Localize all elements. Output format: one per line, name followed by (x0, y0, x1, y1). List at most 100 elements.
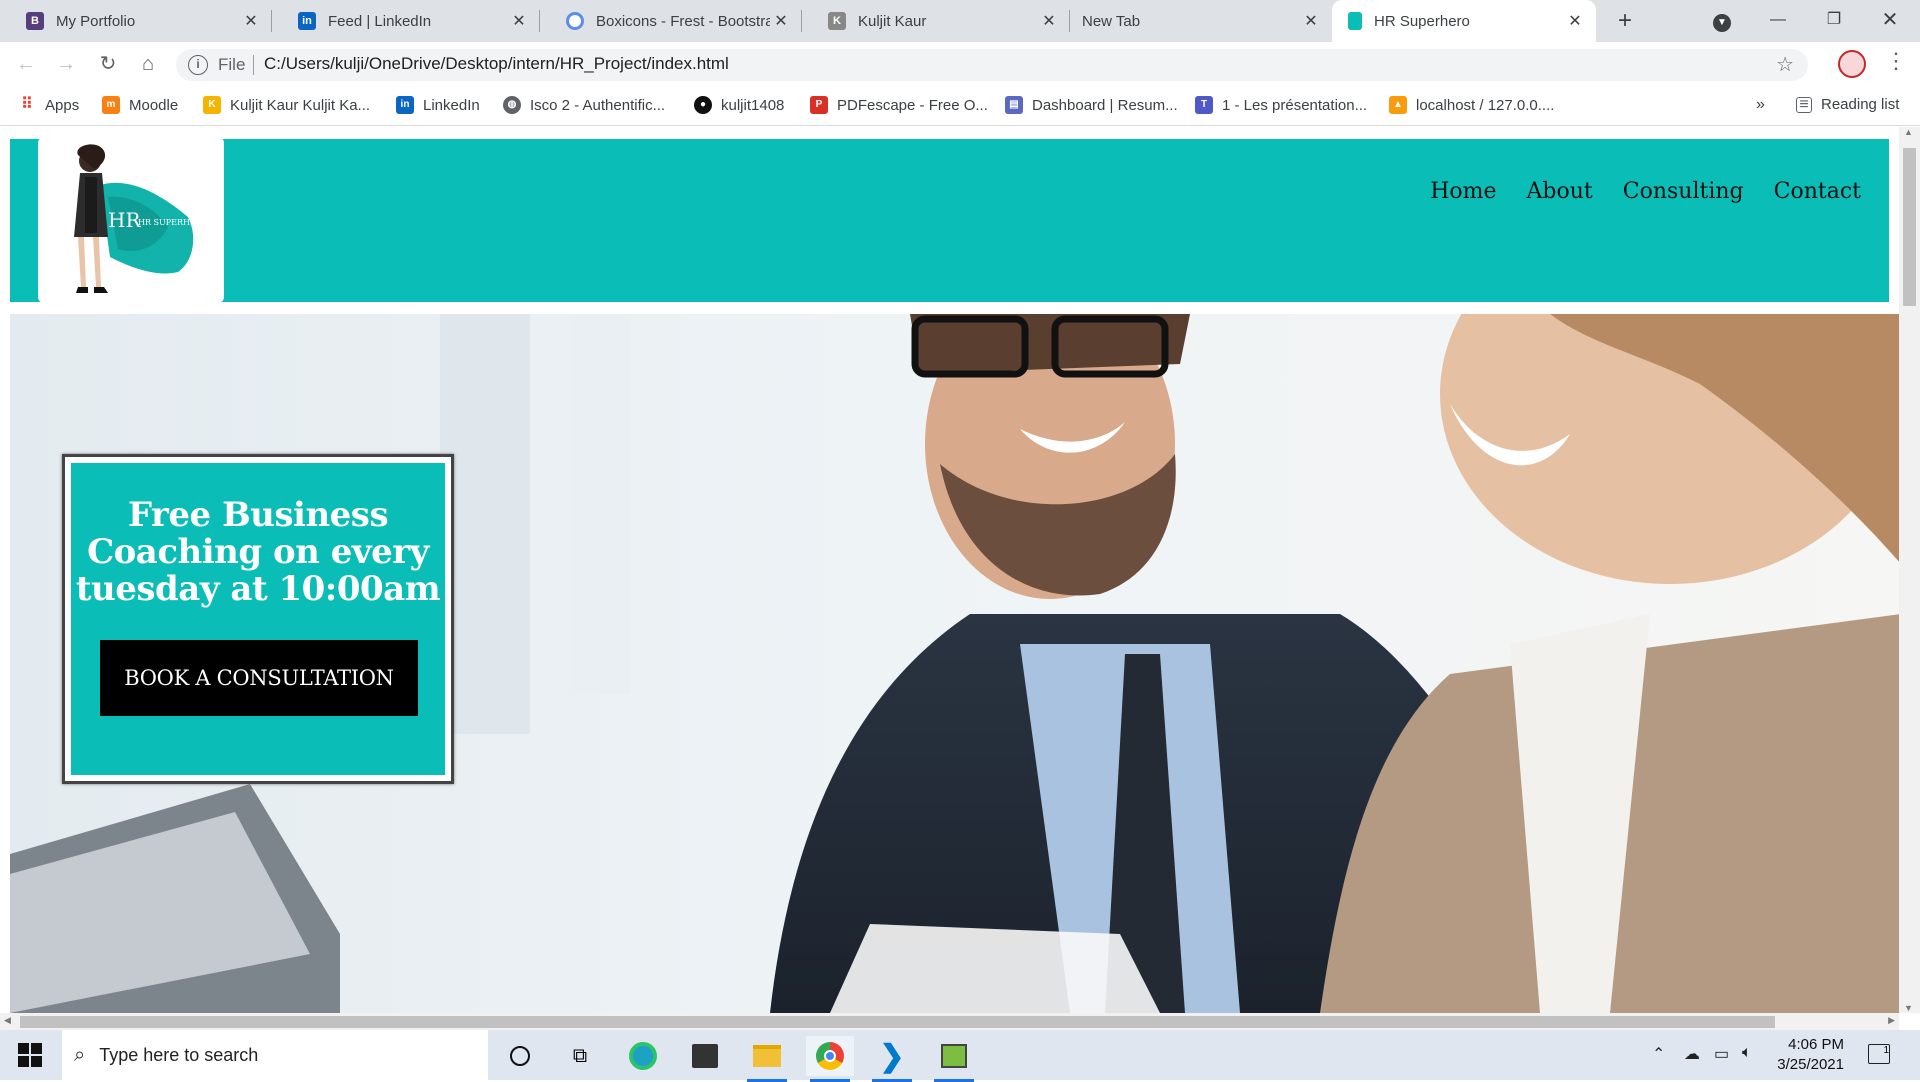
scroll-down-arrow-icon[interactable]: ▼ (1904, 1003, 1913, 1013)
scroll-up-arrow-icon[interactable]: ▲ (1904, 127, 1913, 137)
apps-grid-icon: ⠿ (21, 96, 33, 113)
bookmark-kuljit-kaur[interactable]: K Kuljit Kaur Kuljit Ka... (203, 96, 370, 114)
phpmyadmin-icon: ▲ (1389, 96, 1407, 114)
bookmark-localhost[interactable]: ▲ localhost / 127.0.0.... (1389, 96, 1554, 114)
url-text[interactable]: C:/Users/kulji/OneDrive/Desktop/intern/H… (264, 54, 729, 74)
vscode-icon[interactable]: ❯ (868, 1036, 916, 1082)
taskbar-search-box[interactable]: ⌕ Type here to search (62, 1030, 488, 1080)
file-explorer-icon[interactable] (743, 1036, 791, 1082)
browser-tab-strip: B My Portfolio ✕ in Feed | LinkedIn ✕ Bo… (0, 0, 1920, 42)
bookmark-apps[interactable]: ⠿ Apps (18, 96, 79, 114)
image-app-icon[interactable] (930, 1036, 978, 1082)
volume-icon[interactable]: 🔈︎ (1742, 1044, 1752, 1062)
battery-icon[interactable]: ▭ (1714, 1044, 1729, 1064)
new-tab-button[interactable]: + (1610, 6, 1640, 36)
address-divider (253, 55, 254, 75)
close-icon[interactable]: ✕ (240, 11, 262, 31)
cta-card: Free Business Coaching on every tuesday … (62, 454, 454, 784)
forward-icon[interactable]: → (52, 50, 80, 78)
close-icon[interactable]: ✕ (1564, 11, 1586, 31)
home-icon[interactable]: ⌂ (134, 50, 162, 78)
linkedin-icon: in (298, 12, 316, 30)
book-consultation-button[interactable]: BOOK A CONSULTATION (100, 640, 418, 716)
superhero-figure-icon: HR HR SUPERHERO (74, 144, 209, 293)
kk-logo-icon: K (828, 12, 846, 30)
hr-superhero-logo[interactable]: HR HR SUPERHERO (38, 137, 224, 303)
site-info-icon[interactable]: i (188, 55, 208, 75)
hr-superhero-icon (1348, 12, 1362, 30)
bookmark-linkedin[interactable]: in LinkedIn (396, 96, 480, 114)
hero-banner: Free Business Coaching on every tuesday … (10, 314, 1901, 1013)
scroll-right-arrow-icon[interactable]: ▶ (1888, 1015, 1895, 1026)
edge-icon[interactable] (619, 1036, 667, 1076)
chrome-icon[interactable] (806, 1036, 854, 1082)
system-clock[interactable]: 4:06 PM 3/25/2021 (1758, 1035, 1844, 1075)
nav-about-link[interactable]: About (1527, 179, 1593, 204)
pdfescape-icon: P (810, 96, 828, 114)
teams-icon: T (1195, 96, 1213, 114)
notification-count: 1 (1883, 1045, 1889, 1056)
scroll-left-arrow-icon[interactable]: ◀ (4, 1015, 11, 1026)
boxicons-icon (566, 12, 584, 30)
close-icon[interactable]: ✕ (770, 11, 792, 31)
tab-new-tab[interactable]: New Tab ✕ (1070, 0, 1332, 42)
tab-boxicons[interactable]: Boxicons - Frest - Bootstrap ✕ (540, 0, 802, 42)
minimize-button[interactable]: — (1750, 0, 1806, 40)
nav-home-link[interactable]: Home (1430, 179, 1496, 204)
bookmark-github[interactable]: ● kuljit1408 (694, 96, 784, 114)
close-icon[interactable]: ✕ (508, 11, 530, 31)
search-icon: ⌕ (74, 1043, 86, 1066)
horizontal-scroll-thumb[interactable] (20, 1016, 1775, 1028)
windows-taskbar: ⌕ Type here to search ⧉ ❯ ⌃ ☁ ▭ 🔈︎ 4:06 … (0, 1030, 1920, 1082)
back-icon[interactable]: ← (12, 50, 40, 78)
tab-hr-superhero[interactable]: HR Superhero ✕ (1332, 0, 1596, 42)
profile-avatar[interactable] (1838, 50, 1866, 78)
onedrive-icon[interactable]: ☁ (1684, 1044, 1700, 1064)
vertical-scroll-thumb[interactable] (1903, 148, 1916, 306)
bookmarks-overflow-button[interactable]: » (1756, 96, 1765, 114)
bookmarks-bar: ⠿ Apps m Moodle K Kuljit Kaur Kuljit Ka.… (0, 86, 1920, 126)
page-viewport: HR HR SUPERHERO Home About Consulting Co… (0, 127, 1920, 1013)
bookmark-star-icon[interactable]: ☆ (1776, 52, 1794, 77)
bookmark-moodle[interactable]: m Moodle (102, 96, 178, 114)
tab-kuljit-kaur[interactable]: K Kuljit Kaur ✕ (802, 0, 1070, 42)
cortana-icon[interactable] (496, 1036, 544, 1076)
task-view-icon[interactable]: ⧉ (556, 1036, 604, 1076)
svg-text:HR SUPERHERO: HR SUPERHERO (138, 218, 209, 227)
nav-contact-link[interactable]: Contact (1774, 179, 1861, 204)
reading-list-button[interactable]: ≡ Reading list (1796, 96, 1899, 113)
moodle-icon: m (102, 96, 120, 114)
cta-card-panel: Free Business Coaching on every tuesday … (71, 463, 445, 775)
bookmark-teams[interactable]: T 1 - Les présentation... (1195, 96, 1367, 114)
address-bar[interactable]: i File C:/Users/kulji/OneDrive/Desktop/i… (176, 49, 1808, 81)
clock-date: 3/25/2021 (1777, 1056, 1844, 1073)
linkedin-icon: in (396, 96, 414, 114)
close-icon[interactable]: ✕ (1038, 11, 1060, 31)
bookmark-k-icon: K (203, 96, 221, 114)
window-close-button[interactable]: ✕ (1862, 0, 1918, 40)
tab-my-portfolio[interactable]: B My Portfolio ✕ (0, 0, 272, 42)
bookmark-isco[interactable]: ◍ Isco 2 - Authentific... (503, 96, 665, 114)
restore-button[interactable]: ❐ (1806, 0, 1862, 40)
dashboard-icon: ▤ (1005, 96, 1023, 114)
clock-time: 4:06 PM (1788, 1036, 1844, 1053)
nav-consulting-link[interactable]: Consulting (1623, 179, 1744, 204)
more-menu-icon[interactable]: ⋮ (1885, 48, 1907, 74)
show-hidden-icons[interactable]: ⌃ (1652, 1044, 1665, 1064)
close-icon[interactable]: ✕ (1300, 11, 1322, 31)
tab-search-icon[interactable]: ▼ (1694, 0, 1750, 40)
site-header: HR HR SUPERHERO Home About Consulting Co… (10, 137, 1889, 303)
bookmark-dashboard[interactable]: ▤ Dashboard | Resum... (1005, 96, 1178, 114)
reload-icon[interactable]: ↻ (94, 50, 122, 78)
bookmark-pdfescape[interactable]: P PDFescape - Free O... (810, 96, 988, 114)
windows-start-icon[interactable] (18, 1043, 42, 1067)
globe-icon: ◍ (503, 96, 521, 114)
site-nav: Home About Consulting Contact (1430, 179, 1861, 204)
reading-list-icon: ≡ (1796, 96, 1812, 113)
scheme-label: File (218, 55, 246, 74)
tab-linkedin-feed[interactable]: in Feed | LinkedIn ✕ (272, 0, 540, 42)
bootstrap-b-icon: B (26, 12, 44, 30)
search-placeholder: Type here to search (99, 1044, 259, 1065)
action-center-icon[interactable]: 1 (1868, 1044, 1890, 1064)
store-icon[interactable] (681, 1036, 729, 1076)
